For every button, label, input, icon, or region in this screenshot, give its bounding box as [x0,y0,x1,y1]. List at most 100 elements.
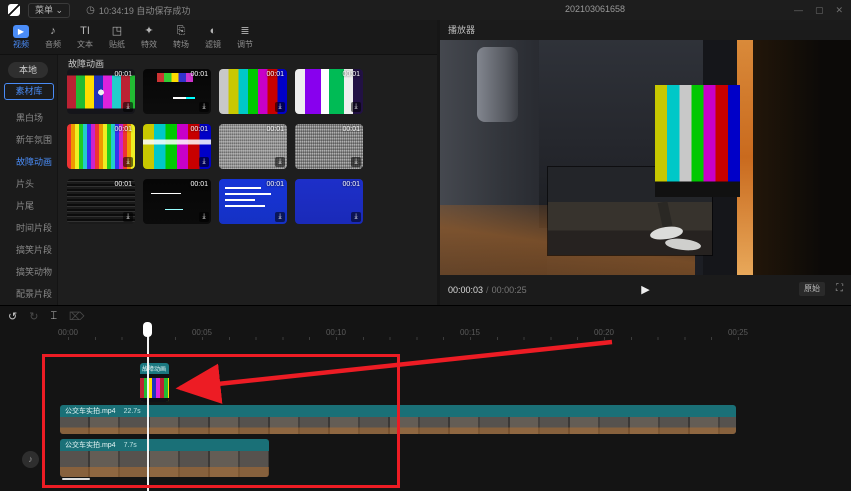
download-icon[interactable]: ⤓ [275,102,285,112]
material-thumbnail[interactable]: 00:01 ⤓ [143,179,211,224]
sidebar-item-blackwhite[interactable]: 黑白场 [0,107,58,129]
toolbar-tab-sticker[interactable]: ◳ 贴纸 [108,24,126,50]
material-thumbnail[interactable]: 00:01⤓ [219,69,287,114]
material-thumbnail[interactable]: 00:01 ⤓ [295,124,363,169]
clip-duration: 7.7s [124,442,137,449]
sidebar-item-glitch[interactable]: 故障动画 [0,151,58,173]
download-icon[interactable]: ⤓ [351,157,361,167]
mute-track-button[interactable]: ♪ [22,451,39,468]
playhead-handle[interactable] [143,322,152,337]
sidebar-item-library[interactable]: 素材库 [4,83,54,100]
player-panel: 播放器 00:00:03 / 00 [440,20,851,305]
timeline-clip-glitch[interactable]: 故障动画 [140,363,169,402]
menu-dropdown[interactable]: 菜单 ⌄ [28,3,70,18]
clip-duration: 00:01 [342,126,360,133]
material-thumbnail[interactable]: 00:01⤓ [219,124,287,169]
time-separator: / [486,285,489,295]
toolbar-label: 转场 [173,39,189,50]
sidebar: 本地 素材库 黑白场 新年氛围 故障动画 片头 片尾 时间片段 搞笑片段 搞笑动… [0,55,58,305]
material-thumbnail[interactable]: 00:01 ⤓ [295,69,363,114]
split-icon[interactable]: ⌶ [50,310,57,323]
sidebar-item-scenery[interactable]: 配景片段 [0,283,58,305]
material-thumbnail[interactable]: 00:01⤓ [219,179,287,224]
material-thumbnail[interactable]: 00:01 ⤓ [295,179,363,224]
sidebar-item-intro[interactable]: 片头 [0,173,58,195]
clip-duration: 00:01 [114,181,132,188]
sidebar-item-newyear[interactable]: 新年氛围 [0,129,58,151]
timeline-ruler[interactable]: 00:00 00:05 00:10 00:15 00:20 00:25 [0,326,851,340]
download-icon[interactable]: ⤓ [123,212,133,222]
material-thumbnail[interactable]: 00:01 ⤓ [143,69,211,114]
toolbar-tab-text[interactable]: TI 文本 [76,24,94,50]
delete-icon[interactable]: ⌦ [69,310,85,323]
material-thumbnail[interactable]: 00:01 ⤓ [67,179,135,224]
download-icon[interactable]: ⤓ [351,102,361,112]
ruler-label: 00:15 [460,328,480,337]
toolbar-tab-audio[interactable]: ♪ 音频 [44,24,62,50]
ruler-label: 00:00 [58,328,78,337]
download-icon[interactable]: ⤓ [123,102,133,112]
undo-icon[interactable]: ↺ [8,310,17,323]
scene-leg [657,201,672,227]
toolbar-label: 特效 [141,39,157,50]
sidebar-item-local[interactable]: 本地 [8,62,48,78]
download-icon[interactable]: ⤓ [351,212,361,222]
download-icon[interactable]: ⤓ [199,212,209,222]
material-thumbnail[interactable]: 00:01 ⤓ [67,124,135,169]
timeline: ↺ ↻ ⌶ ⌦ 00:00 00:05 00:10 00:15 00:20 00… [0,305,851,491]
clip-filmstrip [60,417,736,434]
player-controls: 00:00:03 / 00:00:25 ▶ 原始 ⛶ [440,275,851,305]
clip-duration: 00:01 [342,71,360,78]
clip-duration: 00:01 [114,126,132,133]
toolbar-tab-video[interactable]: ▶ 视频 [12,25,30,50]
autosave-status: ◷ 10:34:19 自动保存成功 [86,4,190,17]
clip-name: 公交车实拍.mp4 [65,440,116,450]
current-time: 00:00:03 [448,285,483,295]
playhead[interactable] [147,323,149,491]
clip-thumbnail [140,374,169,402]
timeline-clip-main[interactable]: 公交车实拍.mp4 22.7s [60,405,736,434]
sticker-icon: ◳ [112,24,122,38]
timeline-clip-secondary[interactable]: 公交车实拍.mp4 7.7s [60,439,269,477]
close-icon[interactable]: ✕ [835,5,843,16]
toolbar-label: 滤镜 [205,39,221,50]
toolbar-tab-filter[interactable]: ◐ 滤镜 [204,24,222,50]
minimize-icon[interactable]: — [794,5,803,15]
download-icon[interactable]: ⤓ [275,212,285,222]
clip-duration: 00:01 [342,181,360,188]
redo-icon[interactable]: ↻ [29,310,38,323]
material-panel: 故障动画 00:01⤓ 00:01⤓ 00:01⤓ 00:01⤓ 00:01⤓ … [58,55,437,305]
toolbar-tab-transition[interactable]: ⎘ 转场 [172,24,190,50]
app-window: 菜单 ⌄ ◷ 10:34:19 自动保存成功 202103061658 — ▢ … [0,0,851,491]
quality-button[interactable]: 原始 [799,282,825,296]
material-thumbnail[interactable]: 00:01⤓ [67,69,135,114]
toolbar-label: 音频 [45,39,61,50]
download-icon[interactable]: ⤓ [199,102,209,112]
sidebar-item-animals[interactable]: 搞笑动物 [0,261,58,283]
titlebar: 菜单 ⌄ ◷ 10:34:19 自动保存成功 202103061658 — ▢ … [0,0,851,20]
sidebar-item-funny[interactable]: 搞笑片段 [0,239,58,261]
clip-name: 公交车实拍.mp4 [65,406,116,416]
sidebar-item-time[interactable]: 时间片段 [0,217,58,239]
toolbar-tab-effects[interactable]: ✦ 特效 [140,24,158,50]
download-icon[interactable]: ⤓ [199,157,209,167]
adjust-icon: ≣ [240,24,249,38]
ruler-label: 00:10 [326,328,346,337]
scene-cylinder [477,47,518,122]
scroll-indicator[interactable] [62,478,90,480]
fullscreen-icon[interactable]: ⛶ [836,283,843,294]
play-button[interactable]: ▶ [641,275,649,305]
clip-duration: 00:01 [190,71,208,78]
download-icon[interactable]: ⤓ [123,157,133,167]
toolbar-tab-adjust[interactable]: ≣ 调节 [236,24,254,50]
clip-duration: 00:01 [190,181,208,188]
material-thumbnail[interactable]: 00:01⤓ [143,124,211,169]
toolbar-label: 视频 [13,39,29,50]
effects-icon: ✦ [144,24,153,38]
maximize-icon[interactable]: ▢ [815,5,824,16]
download-icon[interactable]: ⤓ [275,157,285,167]
video-icon: ▶ [13,25,29,38]
preview-video [440,40,851,275]
preview-viewport [440,40,851,275]
sidebar-item-outro[interactable]: 片尾 [0,195,58,217]
